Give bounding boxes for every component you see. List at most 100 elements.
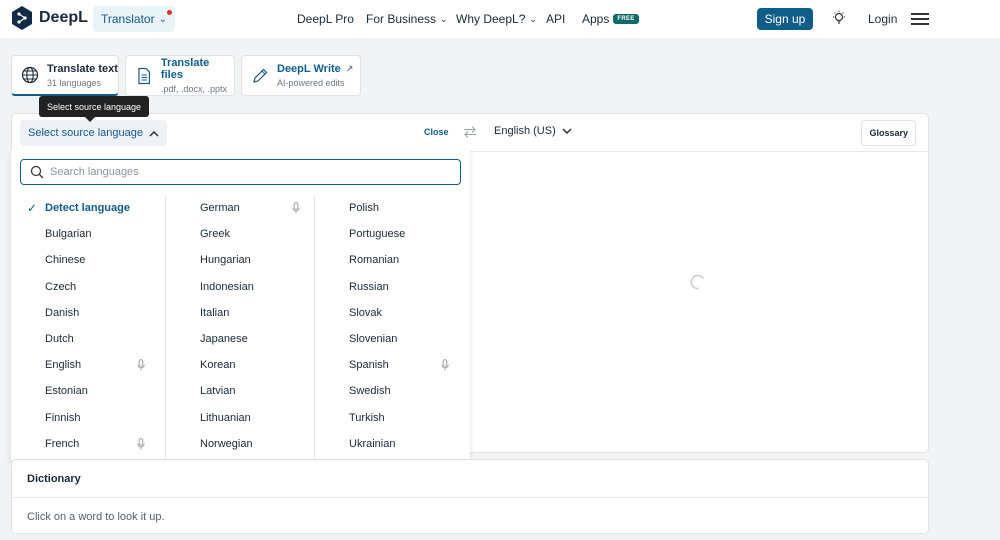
language-option-label: Danish xyxy=(45,306,80,319)
select-source-language-label: Select source language xyxy=(28,127,143,139)
language-option[interactable]: Spanish xyxy=(315,352,464,378)
lightbulb-icon[interactable] xyxy=(831,10,847,26)
language-option-label: Italian xyxy=(200,306,230,319)
language-option[interactable]: Dutch xyxy=(11,326,160,352)
language-option-label: Dutch xyxy=(45,333,74,345)
deepl-logo[interactable]: DeepL xyxy=(11,5,88,31)
tab-deepl-write-title: DeepL Write xyxy=(277,63,341,75)
language-option[interactable]: Danish xyxy=(11,300,160,326)
tab-translate-files-subtitle: .pdf, .docx, .pptx xyxy=(160,84,227,94)
brand-name: DeepL xyxy=(39,9,88,26)
language-option-label: Swedish xyxy=(349,385,391,398)
nav-api-label: API xyxy=(546,12,566,26)
language-option[interactable]: Estonian xyxy=(11,378,160,404)
language-option[interactable]: Slovenian xyxy=(315,326,464,352)
tab-translate-text-title: Translate text xyxy=(47,62,118,75)
sign-up-button[interactable]: Sign up xyxy=(757,8,813,30)
language-option[interactable]: Greek xyxy=(166,221,315,247)
language-option[interactable]: Finnish xyxy=(11,405,160,431)
divider xyxy=(12,497,928,498)
language-option[interactable]: Swedish xyxy=(315,378,464,404)
nav-api[interactable]: API xyxy=(546,0,565,38)
dictionary-hint: Click on a word to look it up. xyxy=(27,511,165,523)
language-option-label: Russian xyxy=(349,280,389,293)
chevron-down-icon xyxy=(562,128,572,134)
top-navigation: DeepL Translator ⌄ DeepL Pro For Busines… xyxy=(0,0,1000,38)
target-language-label: English (US) xyxy=(494,125,556,137)
language-option[interactable]: Japanese xyxy=(166,326,315,352)
nav-deepl-pro[interactable]: DeepL Pro xyxy=(297,0,354,38)
source-language-dropdown: ✓ Detect language Bulgarian Chinese Czech… xyxy=(11,150,470,464)
language-option[interactable]: Hungarian xyxy=(166,247,315,273)
language-option[interactable]: Italian xyxy=(166,300,315,326)
language-option[interactable]: Norwegian xyxy=(166,431,315,457)
language-option-label: Lithuanian xyxy=(200,411,251,424)
microphone-icon xyxy=(441,359,449,371)
tab-translate-files[interactable]: Translate files .pdf, .docx, .pptx xyxy=(125,55,235,96)
search-languages-input[interactable] xyxy=(50,166,430,178)
close-button[interactable]: Close xyxy=(424,127,449,137)
language-option-label: Chinese xyxy=(45,254,86,267)
nav-for-business[interactable]: For Business ⌄ xyxy=(366,0,448,38)
language-option[interactable]: Czech xyxy=(11,274,160,300)
language-option-label: French xyxy=(45,437,80,450)
chevron-down-icon: ⌄ xyxy=(158,13,167,25)
login-link[interactable]: Login xyxy=(868,12,897,26)
translator-menu-button[interactable]: Translator ⌄ xyxy=(93,6,175,32)
nav-why-deepl[interactable]: Why DeepL? ⌄ xyxy=(456,0,537,38)
language-option[interactable]: Polish xyxy=(315,195,464,221)
language-option[interactable]: Russian xyxy=(315,274,464,300)
microphone-icon xyxy=(137,359,145,371)
language-option[interactable]: Turkish xyxy=(315,405,464,431)
language-option[interactable]: Lithuanian xyxy=(166,405,315,431)
tooltip: Select source language xyxy=(39,96,150,122)
target-language-button[interactable]: English (US) xyxy=(494,125,572,137)
language-option-label: Turkish xyxy=(349,411,385,424)
language-column-3: Polish Portuguese Romanian Russian Slova… xyxy=(314,195,463,464)
language-option-label: Bulgarian xyxy=(45,228,92,241)
language-bar: Select source language Close English (US… xyxy=(12,114,928,152)
deepl-logo-icon xyxy=(12,6,32,30)
language-option-label: Spanish xyxy=(349,359,389,372)
search-icon xyxy=(30,165,44,179)
document-icon xyxy=(138,67,151,84)
language-option-label: Greek xyxy=(200,228,230,241)
swap-languages-icon[interactable] xyxy=(463,125,477,139)
tab-translate-text-subtitle: 31 languages xyxy=(47,77,102,88)
language-option-label: Slovak xyxy=(349,306,383,319)
language-option[interactable]: Portuguese xyxy=(315,221,464,247)
language-option-label: Finnish xyxy=(45,411,81,424)
language-column-1: ✓ Detect language Bulgarian Chinese Czech… xyxy=(11,195,160,464)
language-option[interactable]: Slovak xyxy=(315,300,464,326)
select-source-language-button[interactable]: Select source language xyxy=(20,120,167,146)
language-option-label: Czech xyxy=(45,280,77,293)
language-option-label: Ukrainian xyxy=(349,437,396,450)
language-option-label: Estonian xyxy=(45,385,88,398)
tab-translate-text[interactable]: Translate text 31 languages xyxy=(11,55,119,96)
language-option[interactable]: German xyxy=(166,195,315,221)
language-option[interactable]: Romanian xyxy=(315,247,464,273)
language-option[interactable]: Bulgarian xyxy=(11,221,160,247)
chevron-down-icon: ⌄ xyxy=(440,13,448,24)
dictionary-title: Dictionary xyxy=(27,473,81,485)
language-option-label: Romanian xyxy=(349,254,400,267)
notification-dot xyxy=(166,10,172,15)
search-languages-box xyxy=(20,159,461,185)
language-option[interactable]: Latvian xyxy=(166,378,315,404)
tab-deepl-write[interactable]: DeepL Write ↗ AI-powered edits xyxy=(241,55,361,96)
menu-icon[interactable] xyxy=(911,13,929,25)
language-option[interactable]: Chinese xyxy=(11,247,160,273)
language-option-label: Polish xyxy=(349,202,379,214)
language-option[interactable]: English xyxy=(11,352,160,378)
nav-apps[interactable]: Apps FREE xyxy=(582,0,639,38)
language-option[interactable]: Ukrainian xyxy=(315,431,464,457)
language-option[interactable]: Korean xyxy=(166,352,315,378)
microphone-icon xyxy=(292,202,300,214)
language-option-label: Hungarian xyxy=(200,254,251,267)
language-option[interactable]: Indonesian xyxy=(166,274,315,300)
glossary-button[interactable]: Glossary xyxy=(861,120,916,146)
language-option[interactable]: French xyxy=(11,431,160,457)
language-option-label: Portuguese xyxy=(349,228,406,241)
tab-translate-files-title: Translate files xyxy=(160,57,210,81)
language-option-detect[interactable]: ✓ Detect language xyxy=(11,195,160,221)
